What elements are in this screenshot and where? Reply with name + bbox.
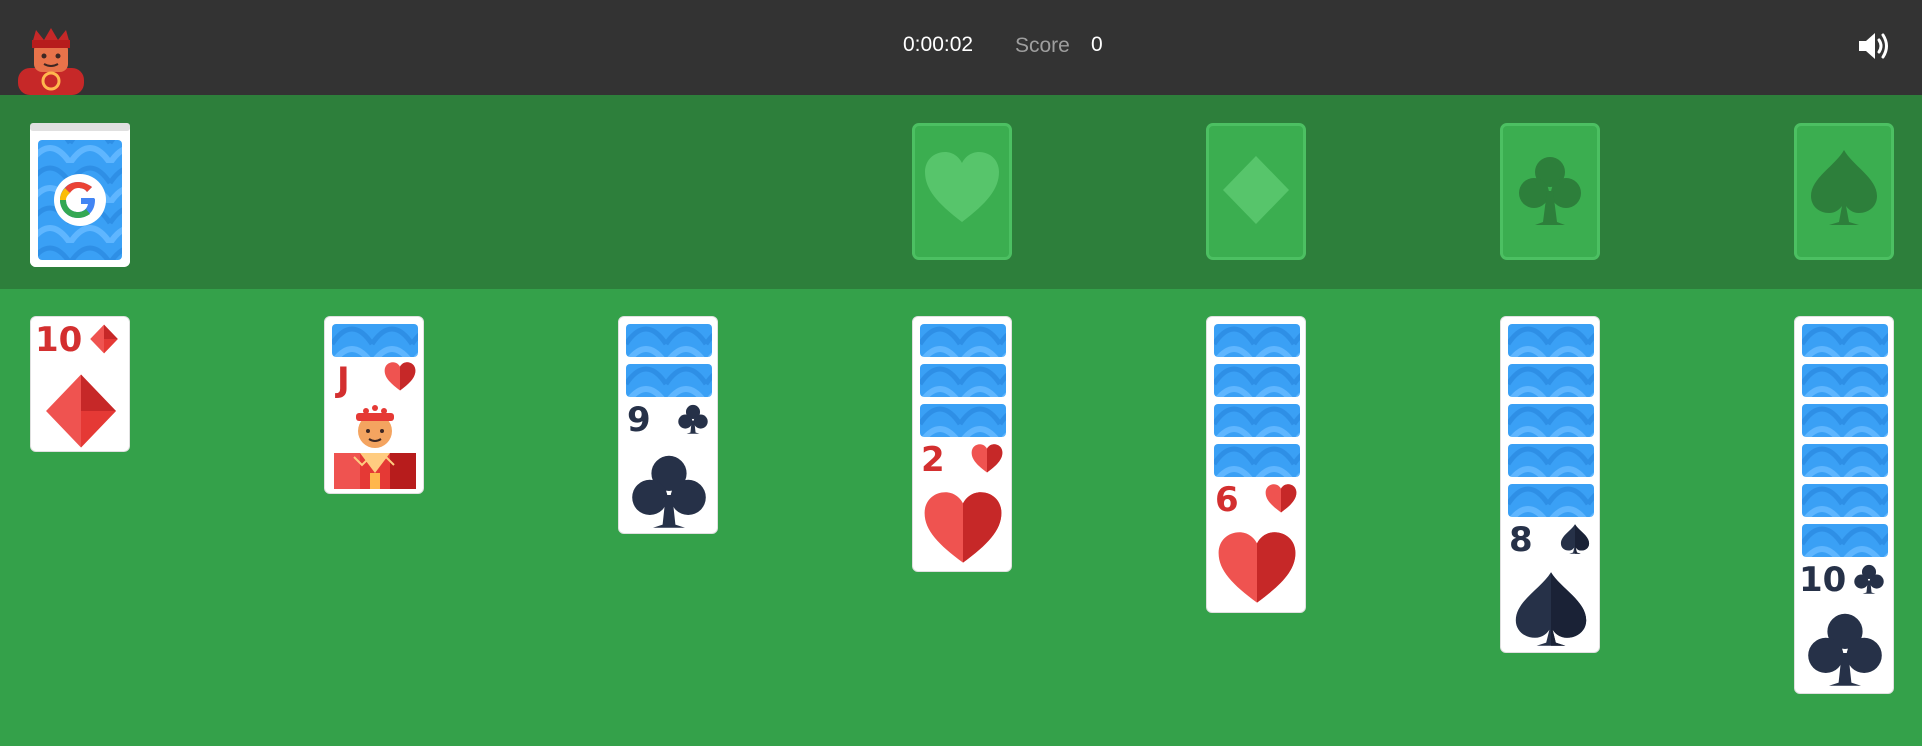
card-back (1802, 444, 1888, 477)
card-back (920, 364, 1006, 397)
card-rank: 9 (627, 400, 651, 440)
card-10-diamonds[interactable]: 10 (30, 316, 130, 452)
tableau-column-5[interactable]: 6 (1206, 316, 1306, 613)
jester-mascot-icon (18, 28, 84, 95)
card-back (626, 324, 712, 357)
score-value: 0 (1091, 33, 1103, 56)
heart-icon (971, 443, 1003, 475)
foundation-spades[interactable] (1794, 123, 1894, 260)
card-back (1214, 404, 1300, 437)
club-icon (1805, 609, 1885, 689)
spade-icon (1511, 569, 1591, 649)
top-bar: 0:00:02 Score 0 (0, 0, 1922, 95)
club-icon (1853, 563, 1885, 595)
foundation-hearts[interactable] (912, 123, 1012, 260)
card-back (1508, 444, 1594, 477)
card-back (1508, 484, 1594, 517)
tableau-column-4[interactable]: 2 (912, 316, 1012, 572)
card-back (30, 123, 130, 267)
card-back (1802, 404, 1888, 437)
score-label: Score (1015, 34, 1070, 57)
game-timer: 0:00:02 (903, 33, 974, 56)
tableau-column-7[interactable]: 10 (1794, 316, 1894, 694)
card-back (1508, 364, 1594, 397)
tableau-column-6[interactable]: 8 (1500, 316, 1600, 653)
stock-pile[interactable] (30, 123, 130, 267)
card-back (1508, 324, 1594, 357)
card-rank: 2 (921, 440, 945, 480)
card-rank: 8 (1509, 520, 1533, 560)
card-back (1802, 364, 1888, 397)
card-back (332, 324, 418, 357)
card-rank: 10 (35, 320, 83, 360)
heart-icon (1265, 483, 1297, 515)
heart-icon (1217, 529, 1297, 609)
card-back (1214, 324, 1300, 357)
card-back (920, 404, 1006, 437)
heart-icon (384, 361, 416, 393)
card-rank: 10 (1799, 560, 1847, 600)
speaker-icon[interactable] (1856, 28, 1892, 64)
diamond-icon (43, 373, 119, 449)
foundation-clubs[interactable] (1500, 123, 1600, 260)
foundation-diamonds[interactable] (1206, 123, 1306, 260)
heart-icon (925, 152, 999, 222)
card-rank: 6 (1215, 480, 1239, 520)
card-back (1508, 404, 1594, 437)
card-back (920, 324, 1006, 357)
jack-figure-icon (334, 405, 416, 489)
card-back (1802, 524, 1888, 557)
card-rank: J (337, 360, 350, 400)
card-back (1802, 324, 1888, 357)
club-icon (629, 451, 709, 531)
tableau-column-3[interactable]: 9 (618, 316, 718, 534)
heart-icon (923, 489, 1003, 569)
tableau-column-2[interactable]: J (324, 316, 424, 494)
card-back (1802, 484, 1888, 517)
spade-icon (1811, 150, 1877, 225)
diamond-icon (89, 324, 119, 354)
card-back (626, 364, 712, 397)
spade-icon (1559, 523, 1591, 555)
card-back (1214, 444, 1300, 477)
diamond-icon (1223, 156, 1289, 224)
club-icon (677, 403, 709, 435)
club-icon (1519, 157, 1581, 225)
card-back (1214, 364, 1300, 397)
